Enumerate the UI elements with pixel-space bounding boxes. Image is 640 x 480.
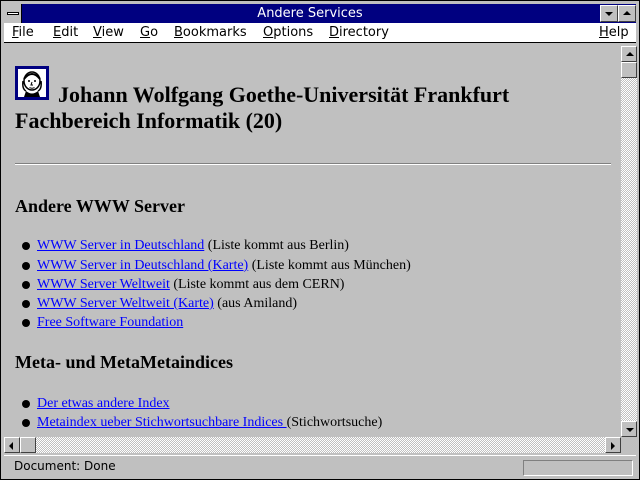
progress-indicator <box>523 460 633 476</box>
horizontal-rule <box>15 163 611 165</box>
bullet-icon <box>22 400 30 408</box>
link-note: (Stichwortsuche) <box>286 415 383 430</box>
list-item: WWW Server in Deutschland (Karte) (Liste… <box>22 257 411 275</box>
menu-options-key: O <box>263 25 274 40</box>
system-menu-button[interactable] <box>4 4 22 23</box>
page-title-line2: Fachbereich Informatik (20) <box>15 108 283 133</box>
page-title-line1: Johann Wolfgang Goethe-Universität Frank… <box>58 82 510 107</box>
link-note: (Liste kommt aus dem CERN) <box>169 277 345 292</box>
menu-go[interactable]: Go <box>140 24 158 42</box>
vertical-scrollbar[interactable] <box>621 46 637 437</box>
minimize-icon <box>605 12 613 16</box>
menu-bookmarks[interactable]: Bookmarks <box>174 24 247 42</box>
link-www-server-weltweit-karte[interactable]: WWW Server Weltweit (Karte) <box>37 296 214 311</box>
scroll-right-icon <box>611 442 615 450</box>
bullet-icon <box>22 319 30 327</box>
university-logo <box>15 66 49 100</box>
scrollbar-corner <box>621 437 637 453</box>
status-text: Document: Done <box>14 459 116 473</box>
link-free-software-foundation[interactable]: Free Software Foundation <box>37 315 183 330</box>
scroll-right-button[interactable] <box>605 437 621 453</box>
list-item: Free Software Foundation <box>22 314 183 332</box>
link-www-server-weltweit[interactable]: WWW Server Weltweit <box>37 277 170 292</box>
menu-edit[interactable]: Edit <box>53 24 78 42</box>
title-bar[interactable]: Andere Services <box>4 4 636 23</box>
menu-help-rest: elp <box>608 25 629 40</box>
link-der-etwas-andere-index[interactable]: Der etwas andere Index <box>37 396 170 411</box>
menu-view-rest: iew <box>101 25 124 40</box>
link-www-server-deutschland[interactable]: WWW Server in Deutschland <box>37 238 204 253</box>
menu-view[interactable]: View <box>93 24 124 42</box>
section-heading-andere-www-server: Andere WWW Server <box>15 196 185 216</box>
menu-bookmarks-rest: ookmarks <box>182 25 247 40</box>
window-title: Andere Services <box>257 6 363 21</box>
list-item: WWW Server in Deutschland (Liste kommt a… <box>22 237 349 255</box>
menu-directory[interactable]: Directory <box>329 24 389 42</box>
bullet-icon <box>22 281 30 289</box>
menu-go-rest: o <box>150 25 159 40</box>
menu-options-rest: ptions <box>273 25 314 40</box>
menu-edit-key: E <box>53 25 62 40</box>
list-item: WWW Server Weltweit (Karte) (aus Amiland… <box>22 295 297 313</box>
menu-directory-key: D <box>329 25 340 40</box>
vertical-scroll-thumb[interactable] <box>621 62 637 78</box>
horizontal-scrollbar[interactable] <box>4 437 621 453</box>
link-metaindex-stichwortsuchbare-indices[interactable]: Metaindex ueber Stichwortsuchbare Indice… <box>37 415 287 430</box>
goethe-portrait-icon <box>18 69 46 97</box>
menu-go-key: G <box>140 25 151 40</box>
browser-window: Andere Services File Edit View Go Bookma… <box>0 0 640 480</box>
menu-help-key: H <box>599 25 609 40</box>
menu-bar: File Edit View Go Bookmarks Options Dire… <box>4 23 636 43</box>
menu-file-rest: ile <box>18 25 34 40</box>
link-note: (aus Amiland) <box>213 296 297 311</box>
scroll-down-button[interactable] <box>621 421 637 437</box>
minimize-button[interactable] <box>600 5 618 22</box>
menu-view-key: V <box>93 25 102 40</box>
system-menu-icon <box>7 12 19 15</box>
menu-file[interactable]: File <box>12 24 34 42</box>
link-note: (Liste kommt aus München) <box>248 258 411 273</box>
section-heading-metaindices: Meta- und MetaMetaindices <box>15 352 233 372</box>
maximize-icon <box>623 11 631 15</box>
scroll-down-icon <box>626 428 634 432</box>
menu-edit-rest: dit <box>61 25 79 40</box>
list-item: Metaindex ueber Stichwortsuchbare Indice… <box>22 414 383 432</box>
menu-directory-rest: irectory <box>339 25 389 40</box>
menu-bookmarks-key: B <box>174 25 183 40</box>
scroll-up-button[interactable] <box>621 46 637 62</box>
list-item: WWW Server Weltweit (Liste kommt aus dem… <box>22 276 345 294</box>
bullet-icon <box>22 262 30 270</box>
link-www-server-deutschland-karte[interactable]: WWW Server in Deutschland (Karte) <box>37 258 248 273</box>
list-item: Der etwas andere Index <box>22 395 170 413</box>
bullet-icon <box>22 242 30 250</box>
maximize-button[interactable] <box>618 5 636 22</box>
link-note: (Liste kommt aus Berlin) <box>204 238 349 253</box>
horizontal-scroll-thumb[interactable] <box>20 437 36 453</box>
scroll-left-icon <box>9 442 13 450</box>
page-content[interactable]: Johann Wolfgang Goethe-Universität Frank… <box>4 46 621 437</box>
bullet-icon <box>22 419 30 427</box>
vertical-scroll-track[interactable] <box>621 62 637 421</box>
menu-help[interactable]: Help <box>599 24 629 42</box>
bullet-icon <box>22 300 30 308</box>
scroll-left-button[interactable] <box>4 437 20 453</box>
status-bar: Document: Done <box>4 455 636 477</box>
menu-options[interactable]: Options <box>263 24 313 42</box>
scroll-up-icon <box>626 52 634 56</box>
